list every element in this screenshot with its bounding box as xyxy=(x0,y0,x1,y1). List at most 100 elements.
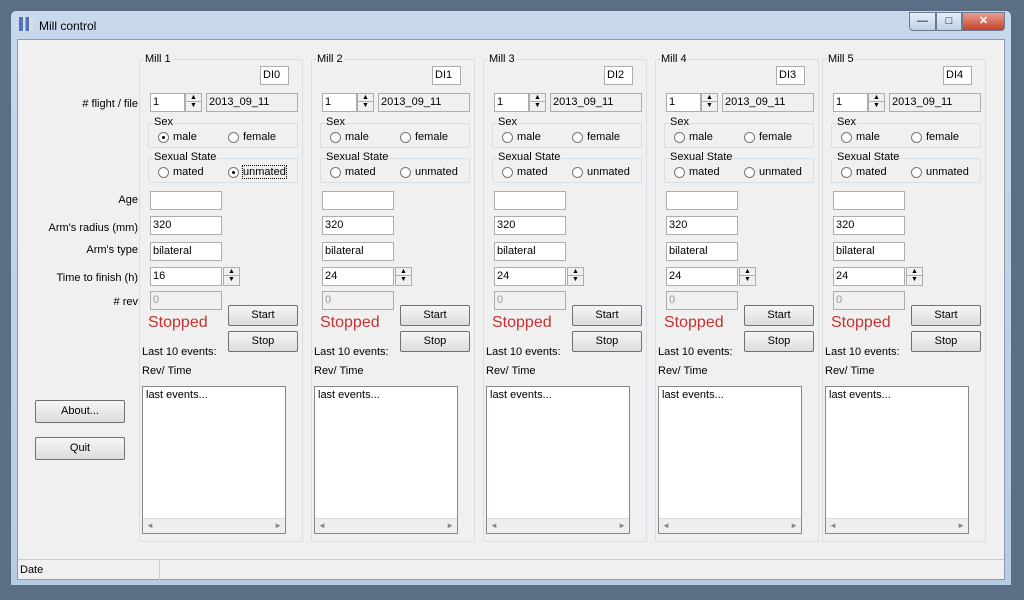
channel-field[interactable]: DI2 xyxy=(604,66,633,85)
female-radio[interactable] xyxy=(400,132,411,143)
close-button[interactable]: ✕ xyxy=(962,12,1005,31)
age-input[interactable] xyxy=(322,191,394,210)
flight-input[interactable]: 1 xyxy=(494,93,529,112)
male-label[interactable]: male xyxy=(517,131,541,143)
flight-spinner[interactable]: ▲ ▼ xyxy=(701,93,718,112)
channel-field[interactable]: DI0 xyxy=(260,66,289,85)
scroll-left-icon[interactable]: ◄ xyxy=(490,521,498,530)
arm-type-input[interactable]: bilateral xyxy=(666,242,738,261)
unmated-label[interactable]: unmated xyxy=(587,166,630,178)
flight-input[interactable]: 1 xyxy=(322,93,357,112)
time-spinner[interactable]: ▲ ▼ xyxy=(395,267,412,286)
female-radio[interactable] xyxy=(572,132,583,143)
stop-button[interactable]: Stop xyxy=(228,331,298,352)
flight-spinner[interactable]: ▲ ▼ xyxy=(357,93,374,112)
spin-up-icon[interactable]: ▲ xyxy=(396,268,411,276)
arm-type-input[interactable]: bilateral xyxy=(494,242,566,261)
channel-field[interactable]: DI4 xyxy=(943,66,972,85)
radius-input[interactable]: 320 xyxy=(322,216,394,235)
flight-spinner[interactable]: ▲ ▼ xyxy=(185,93,202,112)
spin-up-icon[interactable]: ▲ xyxy=(907,268,922,276)
time-input[interactable]: 24 xyxy=(494,267,566,286)
flight-spinner[interactable]: ▲ ▼ xyxy=(529,93,546,112)
spin-down-icon[interactable]: ▼ xyxy=(702,102,717,110)
spin-down-icon[interactable]: ▼ xyxy=(224,276,239,284)
horizontal-scrollbar[interactable]: ◄ ► xyxy=(487,518,629,533)
unmated-radio[interactable] xyxy=(744,167,755,178)
time-spinner[interactable]: ▲ ▼ xyxy=(739,267,756,286)
time-spinner[interactable]: ▲ ▼ xyxy=(906,267,923,286)
time-input[interactable]: 24 xyxy=(833,267,905,286)
male-label[interactable]: male xyxy=(173,131,197,143)
stop-button[interactable]: Stop xyxy=(572,331,642,352)
horizontal-scrollbar[interactable]: ◄ ► xyxy=(315,518,457,533)
male-radio[interactable] xyxy=(502,132,513,143)
female-radio[interactable] xyxy=(911,132,922,143)
mated-radio[interactable] xyxy=(158,167,169,178)
arm-type-input[interactable]: bilateral xyxy=(322,242,394,261)
start-button[interactable]: Start xyxy=(400,305,470,326)
female-label[interactable]: female xyxy=(926,131,959,143)
female-label[interactable]: female xyxy=(759,131,792,143)
arm-type-input[interactable]: bilateral xyxy=(150,242,222,261)
stop-button[interactable]: Stop xyxy=(400,331,470,352)
events-list[interactable]: last events... ◄ ► xyxy=(314,386,458,534)
mated-label[interactable]: mated xyxy=(689,166,720,178)
time-spinner[interactable]: ▲ ▼ xyxy=(567,267,584,286)
scroll-right-icon[interactable]: ► xyxy=(790,521,798,530)
male-label[interactable]: male xyxy=(689,131,713,143)
unmated-radio[interactable] xyxy=(572,167,583,178)
horizontal-scrollbar[interactable]: ◄ ► xyxy=(826,518,968,533)
horizontal-scrollbar[interactable]: ◄ ► xyxy=(143,518,285,533)
male-radio[interactable] xyxy=(674,132,685,143)
scroll-right-icon[interactable]: ► xyxy=(957,521,965,530)
female-radio[interactable] xyxy=(228,132,239,143)
radius-input[interactable]: 320 xyxy=(150,216,222,235)
unmated-label[interactable]: unmated xyxy=(926,166,969,178)
maximize-button[interactable]: □ xyxy=(936,12,962,31)
scroll-right-icon[interactable]: ► xyxy=(446,521,454,530)
spin-up-icon[interactable]: ▲ xyxy=(530,94,545,102)
mated-radio[interactable] xyxy=(674,167,685,178)
flight-input[interactable]: 1 xyxy=(666,93,701,112)
arm-type-input[interactable]: bilateral xyxy=(833,242,905,261)
female-label[interactable]: female xyxy=(243,131,276,143)
start-button[interactable]: Start xyxy=(572,305,642,326)
age-input[interactable] xyxy=(150,191,222,210)
spin-down-icon[interactable]: ▼ xyxy=(568,276,583,284)
female-label[interactable]: female xyxy=(415,131,448,143)
scroll-right-icon[interactable]: ► xyxy=(274,521,282,530)
radius-input[interactable]: 320 xyxy=(494,216,566,235)
radius-input[interactable]: 320 xyxy=(833,216,905,235)
spin-up-icon[interactable]: ▲ xyxy=(869,94,884,102)
female-radio[interactable] xyxy=(744,132,755,143)
scroll-left-icon[interactable]: ◄ xyxy=(146,521,154,530)
age-input[interactable] xyxy=(833,191,905,210)
mated-label[interactable]: mated xyxy=(345,166,376,178)
scroll-left-icon[interactable]: ◄ xyxy=(829,521,837,530)
start-button[interactable]: Start xyxy=(911,305,981,326)
flight-input[interactable]: 1 xyxy=(150,93,185,112)
unmated-radio[interactable] xyxy=(228,167,239,178)
unmated-radio[interactable] xyxy=(911,167,922,178)
male-radio[interactable] xyxy=(330,132,341,143)
events-list[interactable]: last events... ◄ ► xyxy=(142,386,286,534)
about-button[interactable]: About... xyxy=(35,400,125,423)
scroll-left-icon[interactable]: ◄ xyxy=(662,521,670,530)
spin-down-icon[interactable]: ▼ xyxy=(396,276,411,284)
time-input[interactable]: 24 xyxy=(322,267,394,286)
mated-radio[interactable] xyxy=(330,167,341,178)
female-label[interactable]: female xyxy=(587,131,620,143)
spin-up-icon[interactable]: ▲ xyxy=(186,94,201,102)
flight-spinner[interactable]: ▲ ▼ xyxy=(868,93,885,112)
male-label[interactable]: male xyxy=(856,131,880,143)
unmated-label[interactable]: unmated xyxy=(415,166,458,178)
spin-down-icon[interactable]: ▼ xyxy=(186,102,201,110)
start-button[interactable]: Start xyxy=(744,305,814,326)
channel-field[interactable]: DI1 xyxy=(432,66,461,85)
age-input[interactable] xyxy=(494,191,566,210)
unmated-radio[interactable] xyxy=(400,167,411,178)
channel-field[interactable]: DI3 xyxy=(776,66,805,85)
male-radio[interactable] xyxy=(841,132,852,143)
spin-down-icon[interactable]: ▼ xyxy=(869,102,884,110)
